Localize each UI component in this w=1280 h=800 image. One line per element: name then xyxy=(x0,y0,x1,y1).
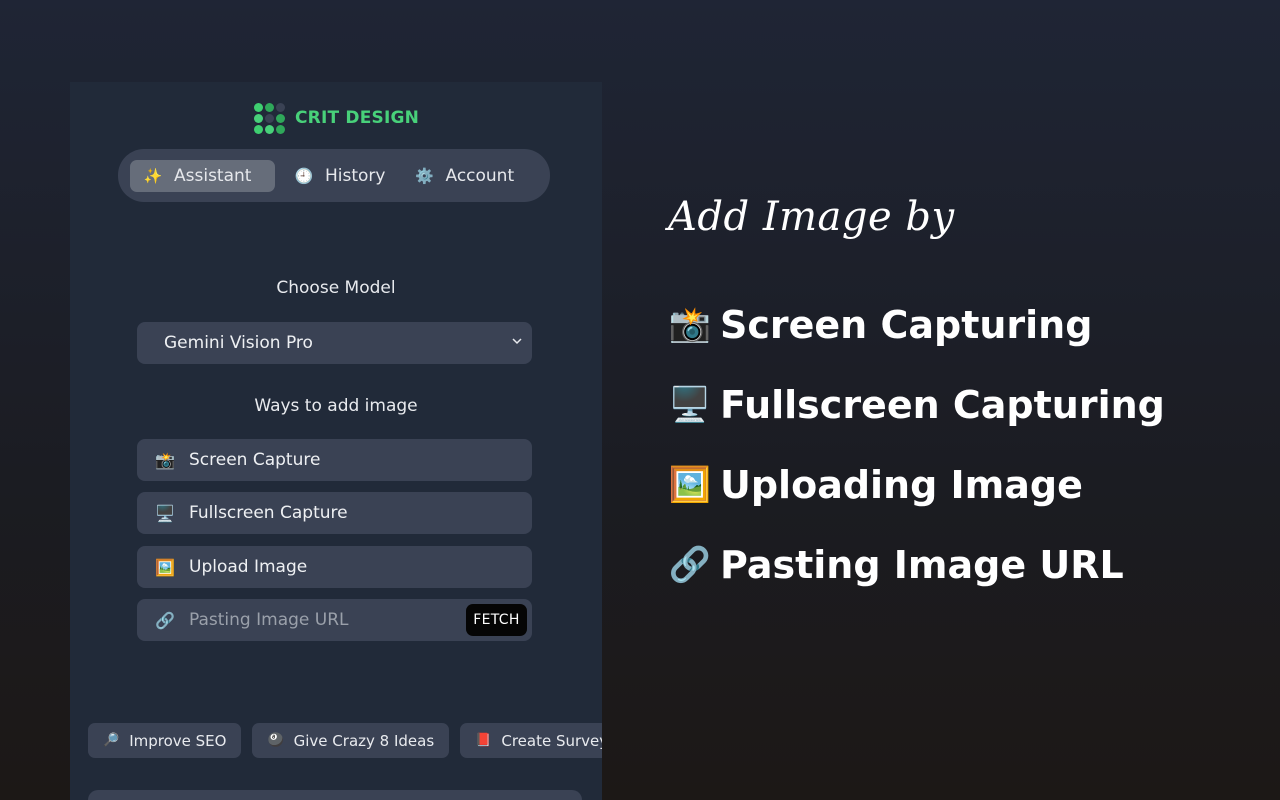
feature-label: Screen Capturing xyxy=(720,303,1093,347)
option-label: Screen Capture xyxy=(189,450,321,470)
monitor-icon: 🖥️ xyxy=(155,503,175,523)
clock-icon: 🕘 xyxy=(294,166,314,185)
suggestion-chips: 🔎 Improve SEO 🎱 Give Crazy 8 Ideas 📕 Cre… xyxy=(88,723,602,758)
option-label: Fullscreen Capture xyxy=(189,503,348,523)
model-select[interactable]: Gemini Vision Pro xyxy=(137,322,532,364)
tab-bar: ✨ Assistant 🕘 History ⚙️ Account xyxy=(118,149,550,202)
sparkles-icon: ✨ xyxy=(143,166,163,185)
camera-flash-icon: 📸 xyxy=(668,305,712,345)
brand-name: CRIT DESIGN xyxy=(295,108,420,128)
choose-model-label: Choose Model xyxy=(276,278,396,298)
add-image-label: Ways to add image xyxy=(254,396,418,416)
image-url-placeholder: Pasting Image URL xyxy=(189,610,349,630)
feature-label: Pasting Image URL xyxy=(720,543,1124,587)
magnifier-icon: 🔎 xyxy=(103,733,120,748)
chip-label: Create Survey xyxy=(501,731,602,750)
link-icon: 🔗 xyxy=(155,610,175,630)
feature-fullscreen-capturing: 🖥️ Fullscreen Capturing xyxy=(668,381,1165,429)
feature-label: Fullscreen Capturing xyxy=(720,383,1165,427)
framed-picture-icon: 🖼️ xyxy=(668,465,712,505)
feature-pasting-image-url: 🔗 Pasting Image URL xyxy=(668,541,1124,589)
eight-ball-icon: 🎱 xyxy=(267,733,284,748)
camera-flash-icon: 📸 xyxy=(155,450,175,470)
tab-account[interactable]: ⚙️ Account xyxy=(401,160,526,192)
chevron-down-icon xyxy=(512,338,522,345)
tab-label: Account xyxy=(445,165,515,186)
book-icon: 📕 xyxy=(475,733,492,748)
brand: CRIT DESIGN xyxy=(254,101,419,135)
framed-picture-icon: 🖼️ xyxy=(155,557,175,577)
chip-label: Give Crazy 8 Ideas xyxy=(293,731,435,750)
tab-assistant[interactable]: ✨ Assistant xyxy=(130,159,275,192)
tab-history[interactable]: 🕘 History xyxy=(281,160,397,192)
gear-icon: ⚙️ xyxy=(415,166,434,185)
hero-title: Add Image by xyxy=(668,194,955,240)
chip-crazy-8[interactable]: 🎱 Give Crazy 8 Ideas xyxy=(252,723,450,758)
chip-create-survey[interactable]: 📕 Create Survey xyxy=(460,723,602,758)
image-url-input[interactable]: 🔗 Pasting Image URL FETCH xyxy=(137,599,532,641)
prompt-input[interactable] xyxy=(88,790,582,800)
option-label: Upload Image xyxy=(189,557,308,577)
assistant-panel: CRIT DESIGN ✨ Assistant 🕘 History ⚙️ Acc… xyxy=(70,82,602,800)
chip-improve-seo[interactable]: 🔎 Improve SEO xyxy=(88,723,242,758)
monitor-icon: 🖥️ xyxy=(668,385,712,425)
logo-icon xyxy=(254,102,285,134)
tab-label: Assistant xyxy=(174,165,252,186)
feature-label: Uploading Image xyxy=(720,463,1083,507)
tab-label: History xyxy=(325,165,386,186)
feature-uploading-image: 🖼️ Uploading Image xyxy=(668,461,1083,509)
model-select-value: Gemini Vision Pro xyxy=(164,333,313,353)
fullscreen-capture-button[interactable]: 🖥️ Fullscreen Capture xyxy=(137,492,532,534)
fetch-button[interactable]: FETCH xyxy=(466,604,527,636)
screen-capture-button[interactable]: 📸 Screen Capture xyxy=(137,439,532,481)
link-icon: 🔗 xyxy=(668,545,712,585)
upload-image-button[interactable]: 🖼️ Upload Image xyxy=(137,546,532,588)
chip-label: Improve SEO xyxy=(129,731,227,750)
feature-screen-capturing: 📸 Screen Capturing xyxy=(668,301,1093,349)
